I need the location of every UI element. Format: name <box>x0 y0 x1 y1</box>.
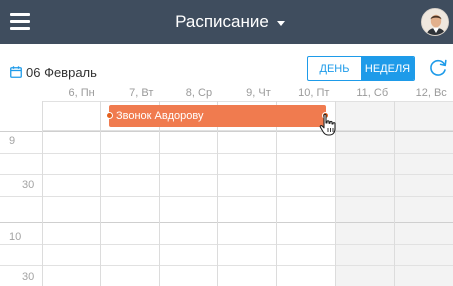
week-calendar-grid: 6, Пн 7, Вт 8, Ср 9, Чт 10, Пт 11, Сб 12… <box>0 85 453 286</box>
grid-column-line <box>42 101 43 286</box>
grid-line <box>0 174 453 175</box>
grid-column-line <box>159 101 160 286</box>
app-header: Расписание <box>0 0 453 44</box>
time-label: 10 <box>9 231 22 243</box>
calendar-icon <box>10 66 22 78</box>
current-date-label: 06 Февраль <box>26 64 97 80</box>
page-title: Расписание <box>175 12 269 31</box>
grid-line <box>0 153 453 154</box>
day-view-button[interactable]: ДЕНЬ <box>308 57 361 80</box>
hour-line <box>0 131 453 132</box>
hour-line <box>0 222 453 223</box>
day-header-row: 6, Пн 7, Вт 8, Ср 9, Чт 10, Пт 11, Сб 12… <box>42 85 453 101</box>
day-header-sun[interactable]: 12, Вс <box>394 85 453 101</box>
refresh-icon <box>430 59 447 76</box>
time-label: 30 <box>22 179 35 191</box>
day-header-wed[interactable]: 8, Ср <box>159 85 218 101</box>
grid-column-line <box>276 101 277 286</box>
grid-column-line <box>100 101 101 286</box>
date-selector[interactable]: 06 Февраль <box>10 64 97 80</box>
avatar[interactable] <box>421 8 449 36</box>
toolbar: 06 Февраль ДЕНЬ НЕДЕЛЯ <box>0 44 453 90</box>
day-header-fri[interactable]: 10, Пт <box>277 85 336 101</box>
day-header-thu[interactable]: 9, Чт <box>218 85 277 101</box>
title-dropdown[interactable]: Расписание <box>150 0 310 44</box>
grid-line <box>42 101 453 102</box>
grid-line <box>0 265 453 266</box>
time-label: 30 <box>22 271 35 283</box>
caret-down-icon <box>276 20 285 26</box>
refresh-button[interactable] <box>428 58 448 78</box>
week-view-button[interactable]: НЕДЕЛЯ <box>361 57 414 80</box>
day-header-mon[interactable]: 6, Пн <box>42 85 101 101</box>
grid-line <box>0 244 453 245</box>
event-title: Звонок Авдорову <box>116 110 204 122</box>
user-avatar-icon <box>422 9 448 35</box>
grid-column-line <box>394 101 395 286</box>
day-header-sat[interactable]: 11, Сб <box>335 85 394 101</box>
calendar-event[interactable]: Звонок Авдорову <box>106 105 329 127</box>
hamburger-menu-icon[interactable] <box>10 13 30 31</box>
view-switcher: ДЕНЬ НЕДЕЛЯ <box>307 56 415 81</box>
day-header-tue[interactable]: 7, Вт <box>101 85 160 101</box>
grid-line <box>0 196 453 197</box>
grid-column-line <box>217 101 218 286</box>
time-label: 9 <box>9 135 16 147</box>
event-resize-handle-left[interactable] <box>106 112 113 119</box>
hand-cursor-icon <box>319 113 336 136</box>
